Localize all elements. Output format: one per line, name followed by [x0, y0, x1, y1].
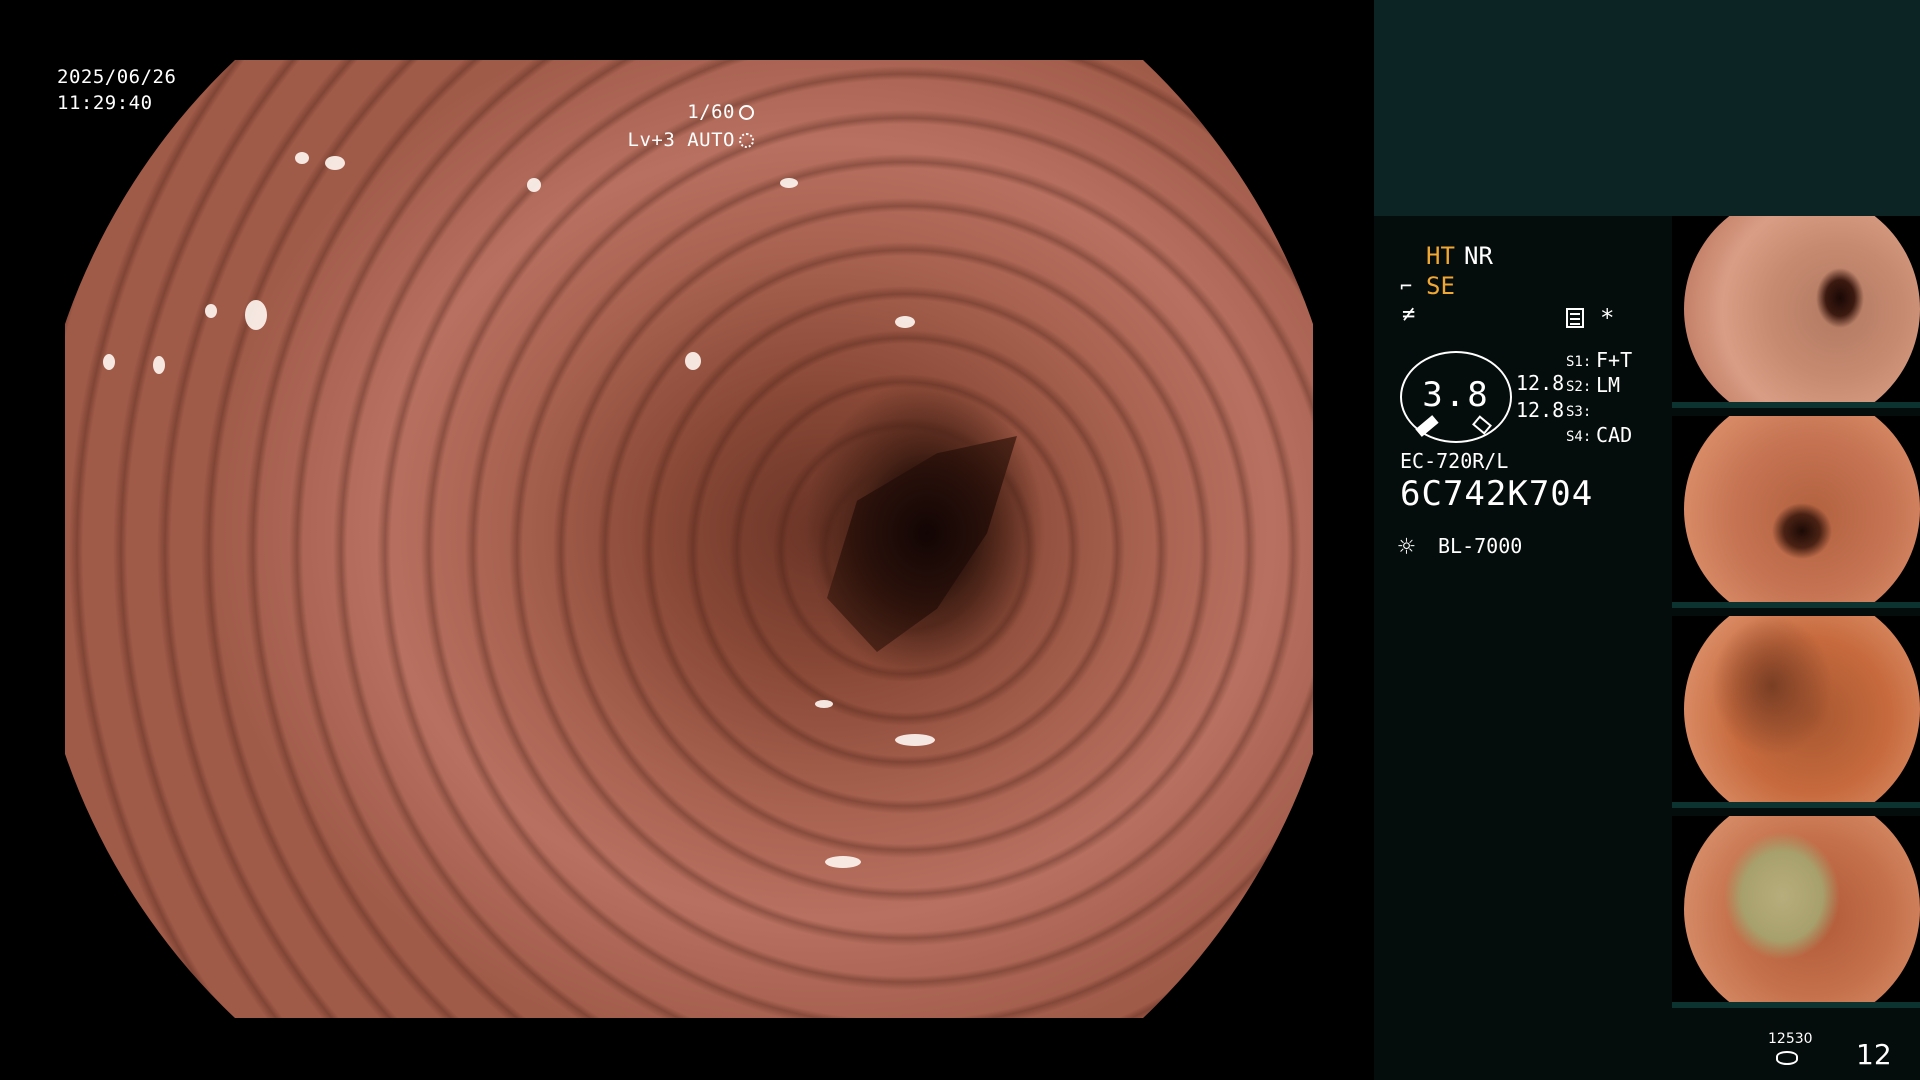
thumbnail-image	[1684, 216, 1920, 402]
se-scope-icon: ⌐	[1400, 274, 1413, 298]
glare-spot	[245, 300, 267, 330]
setting-value-s2: LM	[1596, 373, 1621, 397]
storage-icon	[1776, 1051, 1798, 1065]
glare-spot	[825, 856, 861, 868]
storage-count: 12530	[1768, 1031, 1813, 1047]
glare-spot	[895, 316, 915, 328]
endoscope-main-view: 2025/06/26 11:29:40 1/60 Lv+3 AUTO	[0, 0, 1374, 1080]
gauge-icon: 3.8	[1400, 351, 1512, 443]
brightness-level: Lv+3 AUTO	[628, 127, 754, 153]
mode-nr-label: NR	[1464, 242, 1493, 270]
shutter-icon	[739, 105, 754, 120]
thumbnail-strip	[1672, 1002, 1920, 1008]
gauge-value: 3.8	[1422, 375, 1490, 415]
exam-date: 2025/06/26	[57, 66, 177, 88]
scope-model: EC-720R/L	[1400, 449, 1509, 473]
glare-spot	[780, 178, 798, 188]
shutter-value: 1/60	[687, 101, 735, 123]
glare-spot	[295, 152, 309, 164]
glare-spot	[103, 354, 115, 370]
thumbnail-strip	[1672, 602, 1920, 608]
scope-serial: 6C742K704	[1400, 474, 1594, 514]
light-source-icon: ☼	[1398, 530, 1415, 563]
captured-thumbnail[interactable]	[1672, 616, 1920, 808]
auto-iris-icon	[739, 133, 754, 148]
setting-value-s4: CAD	[1596, 423, 1633, 447]
glare-spot	[205, 304, 217, 318]
captured-thumbnail[interactable]	[1672, 416, 1920, 608]
light-source-model: BL-7000	[1438, 534, 1523, 558]
mode-ht-label: HT	[1426, 242, 1455, 270]
asterisk-marker: *	[1600, 304, 1615, 332]
menu-icon	[1566, 308, 1584, 328]
endoscopic-image	[65, 60, 1313, 1018]
page-number: 12	[1856, 1038, 1892, 1071]
thumbnail-strip	[1672, 402, 1920, 408]
shutter-speed: 1/60	[687, 99, 754, 125]
gauge-readout-2: 12.8	[1516, 398, 1565, 422]
glare-spot	[527, 178, 541, 192]
gauge-needle-left	[1415, 415, 1439, 437]
gauge-readout-1: 12.8	[1516, 371, 1565, 395]
glare-spot	[153, 356, 165, 374]
setting-key-s1: S1:	[1566, 354, 1592, 370]
mode-se-label: SE	[1426, 272, 1455, 300]
lumen-opening	[827, 436, 1017, 652]
thumbnail-strip	[1672, 802, 1920, 808]
exam-time: 11:29:40	[57, 92, 153, 114]
panel-header-area	[1374, 0, 1920, 216]
glare-spot	[895, 734, 935, 746]
thumbnail-image	[1684, 416, 1920, 602]
setting-value-s1: F+T	[1596, 348, 1633, 372]
glare-spot	[815, 700, 833, 708]
captured-thumbnail[interactable]	[1672, 216, 1920, 408]
captured-thumbnail[interactable]	[1672, 816, 1920, 1008]
glare-spot	[685, 352, 701, 370]
thumbnail-image	[1684, 616, 1920, 802]
setting-key-s3: S3:	[1566, 404, 1592, 420]
glare-spot	[325, 156, 345, 170]
setting-key-s2: S2:	[1566, 379, 1592, 395]
thumbnail-image	[1684, 816, 1920, 1002]
setting-key-s4: S4:	[1566, 429, 1592, 445]
freeze-icon: ≠	[1402, 302, 1416, 327]
gauge-needle-right	[1472, 415, 1492, 435]
level-value: Lv+3 AUTO	[627, 129, 735, 151]
